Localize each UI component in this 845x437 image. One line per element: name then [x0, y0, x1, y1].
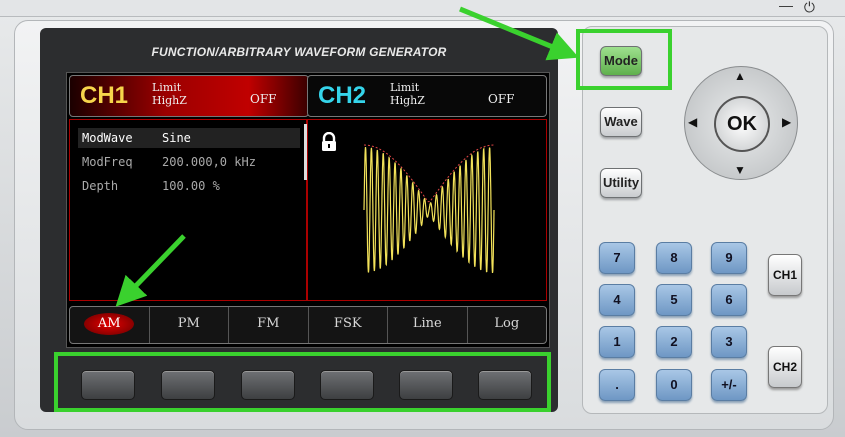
softkey-fm[interactable]: FM [229, 307, 309, 343]
navigation-pad: ▲ ▼ ◀ ▶ OK [684, 66, 798, 180]
softkey-log[interactable]: Log [468, 307, 547, 343]
key-decimal[interactable]: . [599, 369, 635, 401]
ch1-label: CH1 [80, 82, 129, 109]
key-1[interactable]: 1 [599, 326, 635, 358]
softkey-line[interactable]: Line [388, 307, 468, 343]
parameter-list: ModWave Sine ModFreq 200.000,0 kHz Depth… [69, 119, 307, 301]
device-title: FUNCTION/ARBITRARY WAVEFORM GENERATOR [151, 45, 447, 59]
key-9[interactable]: 9 [711, 242, 747, 274]
param-row-modwave[interactable]: ModWave Sine [78, 128, 300, 148]
ch1-limit-label: Limit [152, 81, 182, 94]
param-value: 100.00 % [162, 179, 220, 193]
ch2-limit-label: Limit [390, 81, 420, 94]
ch1-limit: Limit HighZ [152, 81, 187, 107]
utility-button[interactable]: Utility [600, 168, 642, 198]
softkey-am[interactable]: AM [70, 307, 150, 343]
wave-button[interactable]: Wave [600, 107, 642, 137]
param-key: Depth [82, 179, 119, 193]
minus-icon: — [779, 0, 793, 13]
key-3[interactable]: 3 [711, 326, 747, 358]
ch2-impedance: HighZ [390, 94, 425, 107]
param-value: Sine [162, 131, 191, 145]
power-icon[interactable]: ⏻ [804, 0, 815, 16]
param-value: 200.000,0 kHz [162, 155, 256, 169]
softkey-menu: AM PM FM FSK Line Log [69, 306, 547, 344]
arrow-down-icon[interactable]: ▼ [734, 163, 746, 177]
arrow-left-icon[interactable]: ◀ [688, 115, 697, 129]
am-waveform [363, 144, 495, 273]
ch2-limit: Limit HighZ [390, 81, 425, 107]
key-6[interactable]: 6 [711, 284, 747, 316]
key-4[interactable]: 4 [599, 284, 635, 316]
ch1-button[interactable]: CH1 [768, 254, 802, 296]
key-8[interactable]: 8 [656, 242, 692, 274]
key-plus-minus[interactable]: +/- [711, 369, 747, 401]
key-2[interactable]: 2 [656, 326, 692, 358]
ch2-output-state: OFF [488, 92, 515, 106]
key-5[interactable]: 5 [656, 284, 692, 316]
softkeys-highlight-box [54, 352, 551, 412]
arrow-right-icon[interactable]: ▶ [782, 115, 791, 129]
ch2-button[interactable]: CH2 [768, 346, 802, 388]
ok-button[interactable]: OK [714, 96, 770, 152]
param-key: ModFreq [82, 155, 133, 169]
ch2-status-bar[interactable]: CH2 Limit HighZ OFF [307, 75, 547, 117]
key-0[interactable]: 0 [656, 369, 692, 401]
softkey-fsk[interactable]: FSK [309, 307, 388, 343]
key-7[interactable]: 7 [599, 242, 635, 274]
param-key: ModWave [82, 131, 133, 145]
softkey-pm[interactable]: PM [150, 307, 229, 343]
ch1-status-bar[interactable]: CH1 Limit HighZ OFF [69, 75, 309, 117]
waveform-preview [307, 119, 547, 301]
param-row-depth[interactable]: Depth 100.00 % [78, 176, 300, 196]
param-row-modfreq[interactable]: ModFreq 200.000,0 kHz [78, 152, 300, 172]
lcd-screen: CH1 Limit HighZ OFF CH2 Limit HighZ OFF … [66, 72, 550, 348]
arrow-up-icon[interactable]: ▲ [734, 69, 746, 83]
top-bar: — ⏻ [0, 0, 845, 17]
ch1-output-state: OFF [250, 92, 277, 106]
mode-highlight-box [576, 29, 672, 90]
ch1-impedance: HighZ [152, 94, 187, 107]
ch2-label: CH2 [318, 82, 367, 109]
